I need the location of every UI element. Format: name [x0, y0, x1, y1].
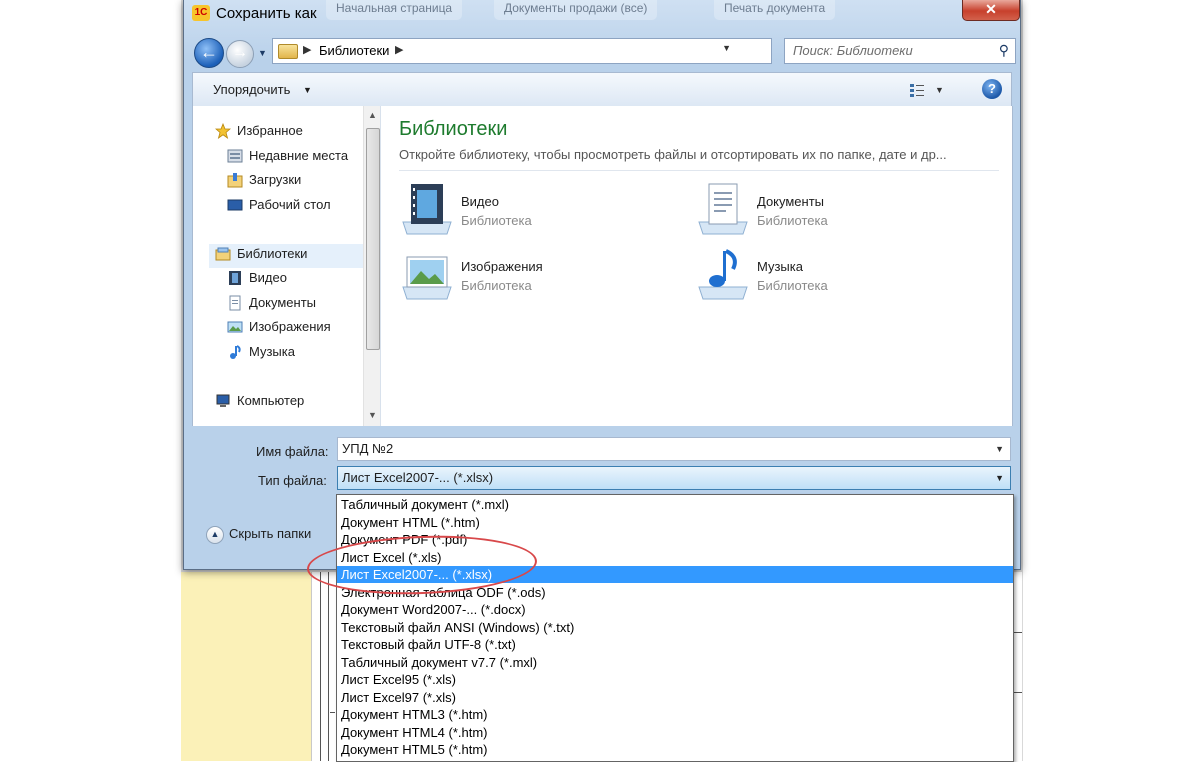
search-input[interactable]: Поиск: Библиотеки ⚲	[784, 38, 1016, 64]
breadcrumb-libraries[interactable]: Библиотеки	[319, 43, 389, 58]
filetype-option[interactable]: Документ HTML5 (*.htm)	[337, 741, 1013, 758]
filetype-select[interactable]: Лист Excel2007-... (*.xlsx) ▼	[337, 466, 1011, 490]
view-options-icon[interactable]	[909, 82, 925, 98]
address-bar[interactable]: ▶ Библиотеки ▶ ▼ ↻	[272, 38, 853, 64]
recent-pages-dropdown[interactable]: ▼	[258, 48, 267, 58]
library-name: Видео	[461, 194, 499, 209]
filetype-option[interactable]: Текстовый файл UTF-8 (*.txt)	[337, 636, 1013, 653]
library-kind: Библиотека	[461, 213, 532, 228]
sidebar-scrollbar[interactable]: ▲ ▼	[363, 106, 381, 426]
library-kind: Библиотека	[757, 213, 828, 228]
hide-folders-label: Скрыть папки	[229, 526, 312, 541]
filetype-option[interactable]: Документ HTML4 (*.htm)	[337, 724, 1013, 741]
libraries-icon	[215, 247, 231, 261]
sidebar-item-label: Музыка	[249, 344, 295, 359]
filename-value: УПД №2	[342, 441, 394, 456]
sheet-gridline	[328, 572, 329, 761]
documents-icon	[229, 295, 241, 311]
address-dropdown-icon[interactable]: ▼	[722, 43, 731, 53]
save-as-dialog: 1C Сохранить как Начальная страница Доку…	[183, 0, 1021, 570]
title-bar: 1C Сохранить как Начальная страница Доку…	[184, 0, 1020, 30]
chevron-right-icon[interactable]: ▶	[303, 43, 311, 56]
view-dropdown-icon[interactable]: ▼	[935, 85, 944, 95]
filetype-option[interactable]: Текстовый файл ANSI (Windows) (*.txt)	[337, 619, 1013, 636]
sidebar-item-label: Избранное	[237, 123, 303, 138]
background-tab: Начальная страница	[326, 0, 463, 20]
video-icon	[229, 271, 241, 285]
page-title: Библиотеки	[399, 118, 508, 140]
sidebar-item-label: Недавние места	[249, 148, 349, 163]
music-icon	[230, 345, 241, 359]
library-name: Музыка	[757, 259, 803, 274]
chevron-down-icon[interactable]: ▼	[995, 473, 1004, 483]
documents-library-icon	[698, 183, 748, 235]
filetype-option[interactable]: Лист Excel95 (*.xls)	[337, 671, 1013, 688]
library-item-pictures[interactable]: Изображения Библиотека	[399, 247, 649, 307]
star-icon	[215, 123, 231, 139]
window-title: Сохранить как	[216, 5, 317, 22]
close-button[interactable]: ✕	[962, 0, 1020, 21]
scroll-up-icon[interactable]: ▲	[368, 110, 377, 120]
pictures-library-icon	[402, 256, 452, 300]
library-kind: Библиотека	[461, 278, 532, 293]
command-toolbar: Упорядочить ▼ ▼ ?	[192, 72, 1012, 107]
background-tab: Печать документа	[714, 0, 836, 20]
library-kind: Библиотека	[757, 278, 828, 293]
sidebar-item-label: Видео	[249, 270, 287, 285]
filetype-option[interactable]: Документ HTML3 (*.htm)	[337, 706, 1013, 723]
library-name: Изображения	[461, 259, 543, 274]
filetype-value: Лист Excel2007-... (*.xlsx)	[342, 470, 494, 485]
sidebar-item-label: Документы	[249, 295, 317, 310]
filetype-option[interactable]: Документ Word2007-... (*.docx)	[337, 601, 1013, 618]
library-name: Документы	[757, 194, 825, 209]
sidebar-item-label: Загрузки	[249, 172, 302, 187]
chevron-down-icon: ▼	[303, 85, 312, 95]
filetype-dropdown-list[interactable]: Табличный документ (*.mxl) Документ HTML …	[336, 494, 1014, 762]
sheet-gridline	[330, 712, 335, 713]
help-icon[interactable]: ?	[982, 79, 1002, 99]
search-placeholder: Поиск: Библиотеки	[793, 43, 913, 58]
library-item-documents[interactable]: Документы Библиотека	[695, 182, 945, 242]
recent-places-icon	[227, 149, 243, 163]
navigation-pane: Избранное Недавние места Загрузки Рабочи…	[192, 106, 381, 426]
sidebar-item-label: Компьютер	[237, 393, 305, 408]
page-description: Откройте библиотеку, чтобы просмотреть ф…	[399, 147, 947, 162]
filename-label: Имя файла:	[256, 444, 329, 459]
divider	[399, 170, 999, 171]
organize-button[interactable]: Упорядочить	[213, 82, 290, 97]
sheet-gridline	[320, 572, 321, 761]
library-item-music[interactable]: Музыка Библиотека	[695, 247, 945, 307]
filetype-label: Тип файла:	[258, 473, 327, 488]
libraries-content-pane: Библиотеки Откройте библиотеку, чтобы пр…	[380, 106, 1013, 426]
filetype-option[interactable]: Документ HTML (*.htm)	[337, 514, 1013, 531]
filetype-option[interactable]: Лист Excel97 (*.xls)	[337, 689, 1013, 706]
pictures-icon	[227, 321, 243, 333]
sidebar-item-label: Библиотеки	[237, 246, 308, 261]
libraries-folder-icon	[278, 44, 298, 59]
forward-button[interactable]: →	[226, 40, 254, 68]
library-item-video[interactable]: Видео Библиотека	[399, 182, 649, 242]
desktop-icon	[227, 199, 243, 211]
filename-input[interactable]: УПД №2 ▼	[337, 437, 1011, 461]
sidebar-item-label: Рабочий стол	[249, 197, 331, 212]
computer-icon	[216, 394, 230, 407]
music-library-icon	[698, 249, 748, 300]
search-icon[interactable]: ⚲	[999, 42, 1009, 59]
scroll-down-icon[interactable]: ▼	[368, 410, 377, 420]
app-1c-icon: 1C	[192, 5, 210, 21]
filetype-option[interactable]: Табличный документ (*.mxl)	[337, 496, 1013, 513]
back-button[interactable]: ←	[194, 38, 224, 68]
scrollbar-thumb[interactable]	[366, 128, 380, 350]
filetype-option[interactable]: Табличный документ v7.7 (*.mxl)	[337, 654, 1013, 671]
chevron-down-icon[interactable]: ▼	[995, 444, 1004, 454]
background-panel	[181, 572, 312, 761]
downloads-icon	[227, 173, 243, 188]
video-library-icon	[402, 184, 452, 235]
sidebar-item-label: Изображения	[249, 319, 331, 334]
background-tab: Документы продажи (все)	[494, 0, 658, 20]
collapse-up-icon: ▲	[206, 526, 224, 544]
chevron-right-icon[interactable]: ▶	[395, 43, 403, 56]
